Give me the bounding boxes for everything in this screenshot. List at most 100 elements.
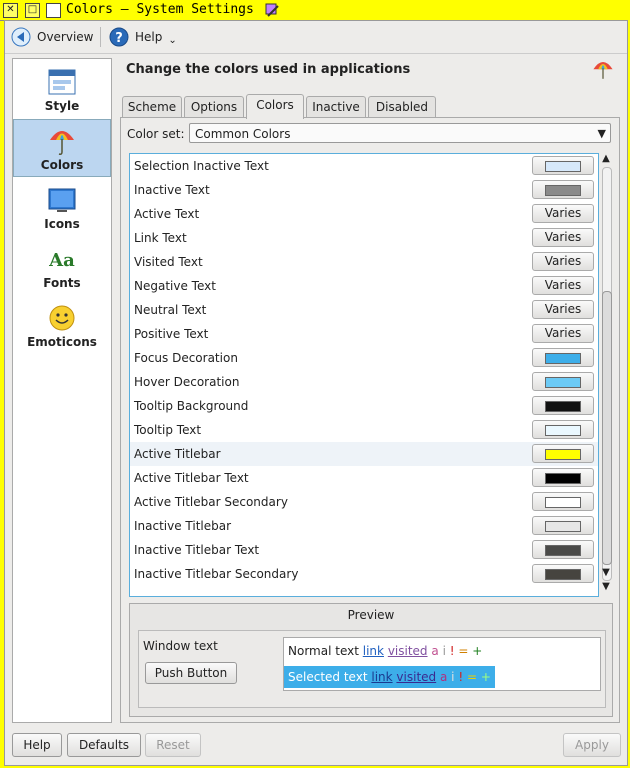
color-swatch-button[interactable] <box>532 444 594 463</box>
varies-button[interactable]: Varies <box>532 204 594 223</box>
tab-scheme[interactable]: Scheme <box>122 96 182 117</box>
color-swatch-button[interactable] <box>532 564 594 583</box>
color-swatch-button[interactable] <box>532 492 594 511</box>
sidebar-item-fonts[interactable]: Aa Fonts <box>13 238 111 296</box>
preview-window-text: Window text <box>143 639 218 653</box>
umbrella-icon <box>50 131 74 155</box>
page-heading: Change the colors used in applications <box>126 62 411 77</box>
tab-disabled[interactable]: Disabled <box>368 96 436 117</box>
color-row-label: Hover Decoration <box>134 375 240 389</box>
window-menu-icon[interactable] <box>46 3 61 18</box>
defaults-button[interactable]: Defaults <box>67 733 141 757</box>
scroll-thumb[interactable] <box>602 291 612 565</box>
varies-button[interactable]: Varies <box>532 228 594 247</box>
color-row[interactable]: Inactive Titlebar <box>130 514 598 538</box>
sidebar-item-emoticons[interactable]: Emoticons <box>13 297 111 355</box>
color-swatch <box>545 521 581 532</box>
preview-selected-inactive: i <box>451 670 455 684</box>
sidebar-item-icons[interactable]: Icons <box>13 179 111 237</box>
scroll-down-icon[interactable]: ▼ <box>601 567 611 578</box>
help-menu-button[interactable]: ? Help ⌄ <box>109 25 177 49</box>
color-row[interactable]: Hover Decoration <box>130 370 598 394</box>
apply-button[interactable]: Apply <box>563 733 621 757</box>
preview-group: Preview Window text Push Button Normal t… <box>129 603 613 717</box>
color-row[interactable]: Tooltip Text <box>130 418 598 442</box>
color-row[interactable]: Active Titlebar Text <box>130 466 598 490</box>
color-swatch-button[interactable] <box>532 372 594 391</box>
color-row-label: Tooltip Background <box>134 399 249 413</box>
tab-content: Color set: Common Colors ▼ Selection Ina… <box>120 117 620 723</box>
color-row-label: Positive Text <box>134 327 209 341</box>
color-row[interactable]: Inactive Titlebar Secondary <box>130 562 598 586</box>
varies-button[interactable]: Varies <box>532 300 594 319</box>
color-row[interactable]: Inactive Text <box>130 178 598 202</box>
color-swatch-button[interactable] <box>532 156 594 175</box>
tab-colors[interactable]: Colors <box>246 94 304 119</box>
color-swatch <box>545 377 581 388</box>
toolbar-separator <box>100 27 101 47</box>
color-row-label: Active Titlebar Text <box>134 471 249 485</box>
color-row-label: Neutral Text <box>134 303 207 317</box>
scroll-up-icon[interactable]: ▲ <box>601 153 611 164</box>
tab-options[interactable]: Options <box>184 96 244 117</box>
preview-link[interactable]: link <box>363 644 384 658</box>
preview-selected-link[interactable]: link <box>371 670 392 684</box>
color-row-label: Inactive Titlebar Text <box>134 543 260 557</box>
color-swatch-button[interactable] <box>532 348 594 367</box>
help-label: Help <box>135 30 163 44</box>
color-swatch <box>545 569 581 580</box>
preview-box: Window text Push Button Normal text link… <box>138 630 606 708</box>
color-swatch <box>545 545 581 556</box>
color-row[interactable]: Inactive Titlebar Text <box>130 538 598 562</box>
color-row[interactable]: Positive Text Varies <box>130 322 598 346</box>
list-scrollbar[interactable]: ▲ ▼ ▼ <box>599 153 613 595</box>
varies-button[interactable]: Varies <box>532 276 594 295</box>
pin-icon[interactable] <box>264 2 280 18</box>
color-swatch-button[interactable] <box>532 516 594 535</box>
color-row[interactable]: Active Text Varies <box>130 202 598 226</box>
color-swatch-button[interactable] <box>532 396 594 415</box>
color-row[interactable]: Negative Text Varies <box>130 274 598 298</box>
varies-button[interactable]: Varies <box>532 252 594 271</box>
color-row[interactable]: Visited Text Varies <box>130 250 598 274</box>
color-row-label: Focus Decoration <box>134 351 238 365</box>
color-row[interactable]: Neutral Text Varies <box>130 298 598 322</box>
color-row[interactable]: Focus Decoration <box>130 346 598 370</box>
maximize-icon[interactable]: □ <box>25 3 40 18</box>
preview-selected-visited[interactable]: visited <box>396 670 436 684</box>
sidebar-label-icons: Icons <box>44 217 80 231</box>
umbrella-icon <box>593 62 613 79</box>
color-swatch-button[interactable] <box>532 540 594 559</box>
preview-selected-text: Selected text <box>288 670 368 684</box>
titlebar[interactable]: ✕ □ Colors – System Settings <box>0 0 282 21</box>
sidebar-item-colors[interactable]: Colors <box>13 119 111 177</box>
color-row-label: Active Titlebar Secondary <box>134 495 288 509</box>
overview-button[interactable]: Overview <box>11 25 94 49</box>
sidebar-item-style[interactable]: Style <box>13 61 111 119</box>
color-row[interactable]: Selection Inactive Text <box>130 154 598 178</box>
preview-visited[interactable]: visited <box>388 644 428 658</box>
scroll-down-icon[interactable]: ▼ <box>601 581 611 592</box>
reset-button[interactable]: Reset <box>145 733 201 757</box>
color-list[interactable]: Selection Inactive Text Inactive Text Acti… <box>129 153 599 597</box>
varies-button[interactable]: Varies <box>532 324 594 343</box>
color-row[interactable]: Active Titlebar Secondary <box>130 490 598 514</box>
preview-normal-text: Normal text <box>288 644 359 658</box>
preview-push-button[interactable]: Push Button <box>145 662 237 684</box>
svg-text:Aa: Aa <box>48 250 75 271</box>
tab-inactive[interactable]: Inactive <box>306 96 366 117</box>
color-set-select[interactable]: Common Colors ▼ <box>189 123 611 143</box>
preview-title: Preview <box>347 608 395 622</box>
color-swatch-button[interactable] <box>532 468 594 487</box>
client-area: Overview ? Help ⌄ Style Colors Icons Aa … <box>4 20 628 766</box>
color-row[interactable]: Link Text Varies <box>130 226 598 250</box>
color-row[interactable]: Tooltip Background <box>130 394 598 418</box>
color-row[interactable]: Active Titlebar <box>130 442 598 466</box>
sidebar-label-emoticons: Emoticons <box>27 335 97 349</box>
close-icon[interactable]: ✕ <box>3 3 18 18</box>
color-swatch-button[interactable] <box>532 180 594 199</box>
color-swatch-button[interactable] <box>532 420 594 439</box>
help-button[interactable]: Help <box>12 733 62 757</box>
color-row-label: Active Titlebar <box>134 447 221 461</box>
bottom-bar: Help Defaults Reset Apply <box>5 727 627 763</box>
